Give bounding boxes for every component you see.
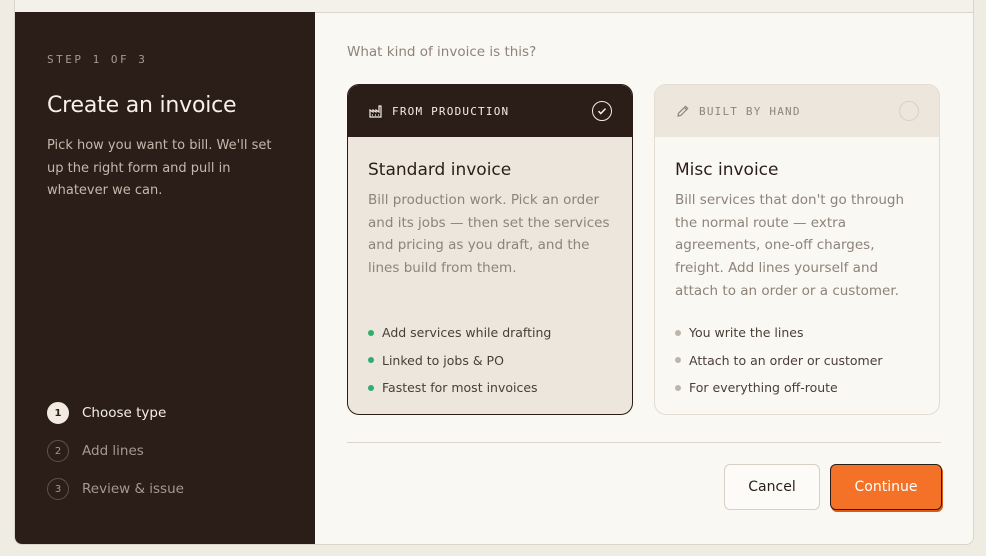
list-item: Add services while drafting	[368, 319, 551, 347]
card-description: Bill services that don't go through the …	[675, 192, 905, 299]
step-number: 1	[47, 402, 69, 424]
feature-list: You write the lines Attach to an order o…	[675, 319, 883, 402]
step-item-add-lines: 2 Add lines	[47, 439, 144, 463]
feature-text: Linked to jobs & PO	[382, 352, 504, 368]
feature-text: For everything off-route	[689, 380, 838, 396]
card-title: Standard invoice	[368, 160, 512, 180]
cancel-button[interactable]: Cancel	[724, 464, 820, 510]
bullet-dot	[368, 384, 374, 391]
card-header: BUILT BY HAND	[655, 85, 939, 137]
card-title: Misc invoice	[675, 160, 779, 180]
feature-text: Attach to an order or customer	[689, 352, 883, 368]
bullet-dot	[675, 384, 681, 391]
selected-check-icon[interactable]	[592, 101, 612, 121]
feature-list: Add services while drafting Linked to jo…	[368, 319, 551, 402]
bullet-dot	[675, 357, 681, 364]
list-item: Linked to jobs & PO	[368, 347, 551, 375]
footer-divider	[347, 442, 941, 443]
step-label: Review & issue	[82, 481, 184, 497]
step-number: 3	[47, 478, 69, 500]
list-item: You write the lines	[675, 319, 883, 347]
invoice-dialog: STEP 1 OF 3 Create an invoice Pick how y…	[14, 0, 974, 545]
standard-invoice-card[interactable]: FROM PRODUCTION Standard invoice Bill pr…	[347, 84, 633, 415]
bullet-dot	[368, 357, 374, 364]
feature-text: Add services while drafting	[382, 325, 552, 341]
dialog-description: Pick how you want to bill. We'll set up …	[47, 138, 272, 198]
dialog-title: Create an invoice	[47, 93, 237, 118]
card-tag: FROM PRODUCTION	[392, 104, 510, 118]
card-description: Bill production work. Pick an order and …	[368, 192, 610, 277]
card-header: FROM PRODUCTION	[348, 85, 632, 137]
radio-unselected-icon[interactable]	[899, 101, 919, 121]
step-number: 2	[47, 440, 69, 462]
misc-invoice-card[interactable]: BUILT BY HAND Misc invoice Bill services…	[654, 84, 940, 415]
step-label: Add lines	[82, 443, 144, 459]
list-item: For everything off-route	[675, 374, 883, 402]
step-item-choose-type: 1 Choose type	[47, 401, 166, 425]
step-indicator: STEP 1 OF 3	[47, 53, 148, 66]
invoice-type-question: What kind of invoice is this?	[347, 44, 537, 60]
factory-icon	[369, 104, 383, 118]
step-item-review-issue: 3 Review & issue	[47, 477, 184, 501]
sidebar: STEP 1 OF 3 Create an invoice Pick how y…	[15, 12, 315, 544]
main-panel: What kind of invoice is this? FROM PRODU…	[315, 12, 973, 544]
bullet-dot	[368, 329, 374, 336]
feature-text: Fastest for most invoices	[382, 380, 538, 396]
bullet-dot	[675, 329, 681, 336]
feature-text: You write the lines	[689, 325, 804, 341]
list-item: Fastest for most invoices	[368, 374, 551, 402]
step-label: Choose type	[82, 405, 167, 421]
card-tag: BUILT BY HAND	[699, 104, 801, 118]
pencil-icon	[676, 104, 690, 118]
continue-button[interactable]: Continue	[830, 464, 942, 510]
list-item: Attach to an order or customer	[675, 347, 883, 375]
